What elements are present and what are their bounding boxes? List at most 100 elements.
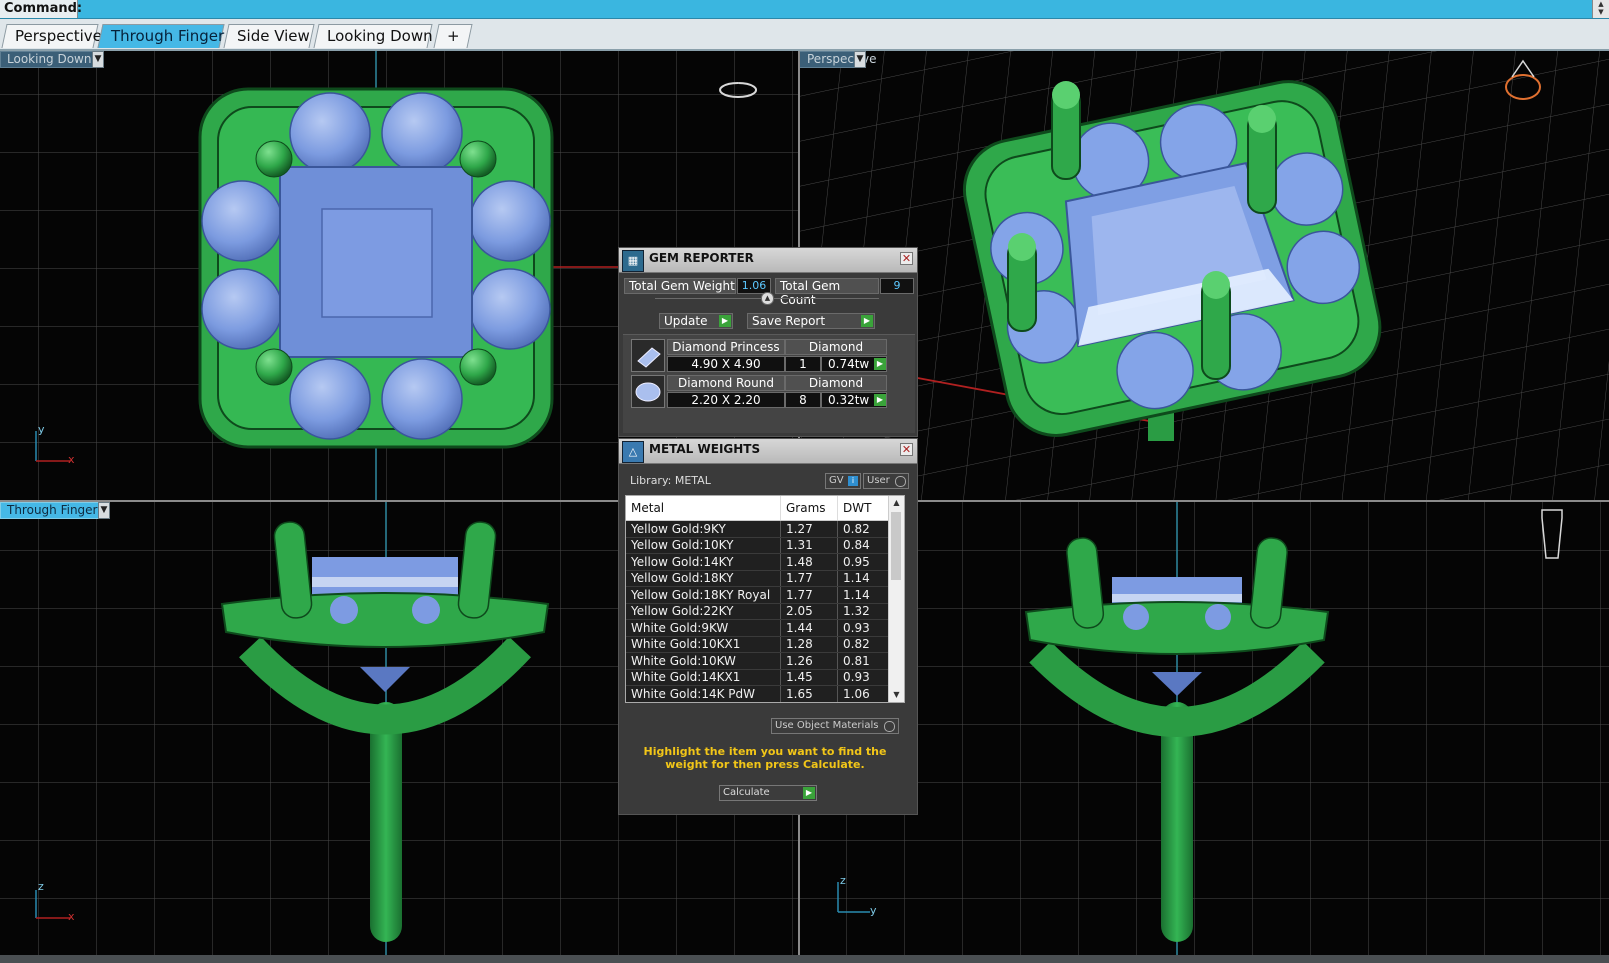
save-report-button[interactable]: Save Report ▶: [747, 313, 875, 329]
tab-perspective[interactable]: Perspective: [1, 24, 102, 48]
gem-material: Diamond: [785, 375, 887, 391]
info-icon: i: [848, 476, 858, 486]
table-scrollbar[interactable]: ▲ ▼: [888, 496, 904, 702]
table-row[interactable]: White Gold:10KX1 1.28 0.82: [626, 636, 890, 653]
metal-name: Yellow Gold:22KY: [626, 603, 781, 620]
dwt-value: 0.82: [837, 520, 890, 538]
play-icon: ▶: [874, 394, 886, 406]
metal-weights-title: METAL WEIGHTS: [649, 442, 761, 456]
gem-weight[interactable]: 0.74tw ▶: [821, 356, 887, 372]
table-row[interactable]: White Gold:14K PdW 1.65 1.06: [626, 685, 890, 702]
metal-weights-table[interactable]: Metal Grams DWT Yellow Gold:9KY 1.27 0.82 …: [625, 495, 905, 703]
table-row[interactable]: Yellow Gold:18KY Royal 1.77 1.14: [626, 586, 890, 604]
metal-weights-panel: △ METAL WEIGHTS ✕ Library: METAL GV i Us…: [618, 438, 918, 815]
metal-name: White Gold:14K PdW: [626, 685, 781, 702]
table-row[interactable]: White Gold:9KW 1.44 0.93: [626, 619, 890, 637]
gem-reporter-panel: ▦ GEM REPORTER ✕ Total Gem Weight 1.06 T…: [618, 247, 918, 437]
dwt-value: 1.06: [837, 685, 890, 702]
gem-list-item[interactable]: Diamond Round Diamond 2.20 X 2.20 8 0.32…: [631, 375, 887, 408]
collapse-toggle-icon[interactable]: ▲: [761, 292, 774, 305]
viewport-tab-bar: Perspective Through Finger Side View Loo…: [0, 19, 1609, 51]
gem-list-item[interactable]: Diamond Princess Diamond 4.90 X 4.90 1 0…: [631, 339, 887, 372]
grams-value: 1.28: [780, 636, 838, 653]
grams-value: 1.31: [780, 537, 838, 554]
tab-side-view[interactable]: Side View: [223, 24, 315, 48]
grams-value: 1.26: [780, 652, 838, 670]
side-view-render: [800, 502, 1609, 955]
gem-count: 8: [785, 392, 821, 408]
grams-value: 1.77: [780, 586, 838, 604]
gem-list: Diamond Princess Diamond 4.90 X 4.90 1 0…: [623, 334, 915, 433]
play-icon: ▶: [803, 787, 815, 799]
metal-weights-titlebar[interactable]: △ METAL WEIGHTS ✕: [619, 439, 917, 464]
play-icon: ▶: [874, 358, 886, 370]
axis-label-x: x: [68, 453, 75, 466]
total-gem-weight-label: Total Gem Weight: [624, 278, 736, 294]
table-row[interactable]: White Gold:14KX1 1.45 0.93: [626, 669, 890, 686]
column-header-metal[interactable]: Metal: [626, 496, 781, 521]
gem-name: Diamond Round: [667, 375, 785, 391]
gem-size: 2.20 X 2.20: [667, 392, 785, 408]
gv-toggle[interactable]: GV i: [825, 473, 861, 489]
table-row[interactable]: Yellow Gold:18KY 1.77 1.14: [626, 570, 890, 587]
command-bar[interactable]: Command: ▲ ▼: [0, 0, 1609, 19]
viewport-label-looking-down[interactable]: Looking Down ▼: [0, 51, 104, 68]
metal-name: Yellow Gold:18KY: [626, 570, 781, 587]
metal-name: White Gold:10KX1: [626, 636, 781, 653]
scroll-down-icon[interactable]: ▼: [889, 688, 904, 702]
viewport-label-through-finger[interactable]: Through Finger ▼: [0, 502, 110, 519]
metal-name: Yellow Gold:18KY Royal: [626, 586, 781, 604]
dwt-value: 0.93: [837, 619, 890, 637]
table-row[interactable]: Yellow Gold:14KY 1.48 0.95: [626, 553, 890, 571]
command-scroll-arrows[interactable]: ▲ ▼: [1592, 0, 1609, 18]
user-toggle[interactable]: User: [863, 473, 909, 489]
grams-value: 1.27: [780, 520, 838, 538]
grams-value: 1.45: [780, 669, 838, 686]
grams-value: 1.77: [780, 570, 838, 587]
metal-name: Yellow Gold:9KY: [626, 520, 781, 538]
gem-reporter-titlebar[interactable]: ▦ GEM REPORTER ✕: [619, 248, 917, 273]
princess-gem-icon: [631, 339, 665, 372]
column-header-dwt[interactable]: DWT: [837, 496, 890, 521]
metal-name: White Gold:14KX1: [626, 669, 781, 686]
update-button[interactable]: Update ▶: [659, 313, 733, 329]
table-row[interactable]: Yellow Gold:10KY 1.31 0.84: [626, 537, 890, 554]
dwt-value: 0.95: [837, 553, 890, 571]
grams-value: 1.48: [780, 553, 838, 571]
play-icon: ▶: [719, 315, 731, 327]
dwt-value: 1.14: [837, 586, 890, 604]
gem-material: Diamond: [785, 339, 887, 355]
chevron-down-icon[interactable]: ▼: [92, 51, 104, 68]
axis-label-y: y: [38, 423, 45, 436]
column-header-grams[interactable]: Grams: [780, 496, 838, 521]
dwt-value: 0.93: [837, 669, 890, 686]
table-row[interactable]: Yellow Gold:9KY 1.27 0.82: [626, 520, 890, 538]
table-row[interactable]: Yellow Gold:22KY 2.05 1.32: [626, 603, 890, 620]
perspective-render: [800, 51, 1609, 500]
gem-weight[interactable]: 0.32tw ▶: [821, 392, 887, 408]
viewport-perspective[interactable]: Perspective ▼: [800, 51, 1609, 500]
chevron-down-icon[interactable]: ▼: [98, 502, 110, 519]
dwt-value: 1.32: [837, 603, 890, 620]
tab-through-finger[interactable]: Through Finger: [97, 24, 225, 48]
scrollbar-thumb[interactable]: [891, 512, 901, 580]
radio-icon: [884, 721, 895, 732]
scroll-up-icon[interactable]: ▲: [889, 496, 904, 510]
grams-value: 2.05: [780, 603, 838, 620]
close-icon[interactable]: ✕: [900, 252, 913, 265]
table-row[interactable]: White Gold:10KW 1.26 0.81: [626, 652, 890, 670]
dwt-value: 0.81: [837, 652, 890, 670]
chevron-down-icon[interactable]: ▼: [854, 51, 866, 68]
viewport-side-view[interactable]: z y: [800, 502, 1609, 955]
use-object-materials-toggle[interactable]: Use Object Materials: [771, 718, 899, 734]
dwt-value: 0.84: [837, 537, 890, 554]
dwt-value: 1.14: [837, 570, 890, 587]
close-icon[interactable]: ✕: [900, 443, 913, 456]
radio-icon: [895, 476, 906, 487]
tab-looking-down[interactable]: Looking Down: [313, 24, 433, 48]
viewport-label-perspective[interactable]: Perspective ▼: [800, 51, 877, 68]
calculate-button[interactable]: Calculate ▶: [719, 785, 817, 801]
add-tab-button[interactable]: +: [433, 24, 473, 48]
metal-weights-icon: △: [622, 441, 644, 463]
total-gem-count-value: 9: [880, 278, 914, 294]
